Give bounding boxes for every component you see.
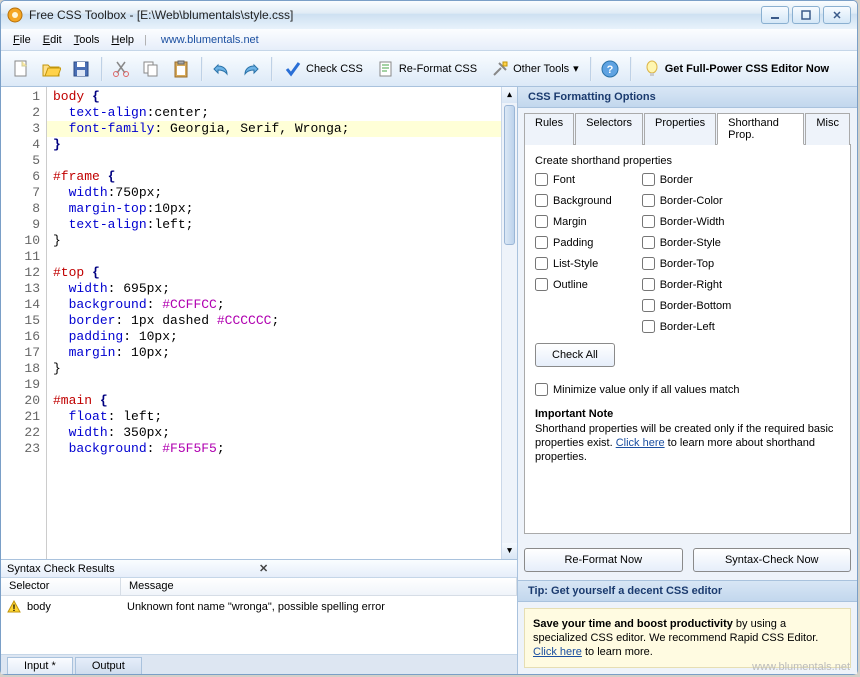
checkbox-border[interactable]: Border: [642, 173, 732, 186]
undo-button[interactable]: [207, 55, 235, 83]
minimize-button[interactable]: [761, 6, 789, 24]
tab-properties[interactable]: Properties: [644, 113, 716, 145]
menu-help[interactable]: Help: [105, 32, 140, 48]
checkbox-padding[interactable]: Padding: [535, 236, 612, 249]
window-title: Free CSS Toolbox - [E:\Web\blumentals\st…: [29, 8, 761, 22]
syntax-results-title: Syntax Check Results: [7, 563, 259, 575]
panel-subtitle: Create shorthand properties: [535, 155, 840, 167]
app-icon: [7, 7, 23, 23]
close-syntax-button[interactable]: ✕: [259, 562, 511, 575]
checkbox-border-right[interactable]: Border-Right: [642, 278, 732, 291]
tip-header: Tip: Get yourself a decent CSS editor: [518, 580, 857, 602]
check-all-button[interactable]: Check All: [535, 343, 615, 367]
warning-icon: !: [7, 600, 21, 614]
menu-edit[interactable]: Edit: [37, 32, 68, 48]
syntax-check-now-button[interactable]: Syntax-Check Now: [693, 548, 852, 572]
get-full-button[interactable]: Get Full-Power CSS Editor Now: [636, 55, 836, 83]
tip-link[interactable]: Click here: [533, 646, 582, 658]
chevron-down-icon: ▾: [573, 62, 579, 75]
syntax-results-panel: Syntax Check Results ✕ Selector Message …: [1, 559, 517, 654]
checkbox-font[interactable]: Font: [535, 173, 612, 186]
note-link[interactable]: Click here: [616, 437, 665, 449]
tab-rules[interactable]: Rules: [524, 113, 574, 145]
copy-button[interactable]: [137, 55, 165, 83]
scroll-down-button[interactable]: ▾: [502, 543, 517, 559]
syntax-row[interactable]: ! body Unknown font name "wronga", possi…: [1, 596, 517, 618]
menu-link-blumentals[interactable]: www.blumentals.net: [161, 34, 259, 46]
tab-shorthand[interactable]: Shorthand Prop.: [717, 113, 804, 145]
checkbox-border-bottom[interactable]: Border-Bottom: [642, 299, 732, 312]
checkbox-border-width[interactable]: Border-Width: [642, 215, 732, 228]
col-selector[interactable]: Selector: [1, 578, 121, 595]
checkbox-border-color[interactable]: Border-Color: [642, 194, 732, 207]
checkbox-margin[interactable]: Margin: [535, 215, 612, 228]
tab-input[interactable]: Input *: [7, 657, 73, 674]
reformat-now-button[interactable]: Re-Format Now: [524, 548, 683, 572]
minimize-checkbox[interactable]: Minimize value only if all values match: [535, 383, 840, 396]
options-tabs: Rules Selectors Properties Shorthand Pro…: [518, 108, 857, 144]
lightbulb-icon: [643, 60, 661, 78]
checkbox-border-style[interactable]: Border-Style: [642, 236, 732, 249]
redo-button[interactable]: [237, 55, 265, 83]
save-button[interactable]: [67, 55, 95, 83]
open-button[interactable]: [37, 55, 65, 83]
check-css-button[interactable]: Check CSS: [277, 55, 370, 83]
paste-button[interactable]: [167, 55, 195, 83]
col-message[interactable]: Message: [121, 578, 517, 595]
new-button[interactable]: [7, 55, 35, 83]
checkbox-border-top[interactable]: Border-Top: [642, 257, 732, 270]
checkbox-background[interactable]: Background: [535, 194, 612, 207]
tab-output[interactable]: Output: [75, 657, 142, 674]
close-button[interactable]: [823, 6, 851, 24]
menu-file[interactable]: File: [7, 32, 37, 48]
reformat-css-button[interactable]: Re-Format CSS: [370, 55, 484, 83]
scrollbar[interactable]: ▴ ▾: [501, 87, 517, 559]
line-gutter: 1234567891011121314151617181920212223: [1, 87, 47, 559]
menu-tools[interactable]: Tools: [68, 32, 106, 48]
help-button[interactable]: ?: [596, 55, 624, 83]
svg-text:?: ?: [606, 64, 613, 76]
bottom-tabs: Input * Output: [1, 654, 517, 674]
scroll-up-button[interactable]: ▴: [502, 87, 517, 103]
maximize-button[interactable]: [792, 6, 820, 24]
tab-misc[interactable]: Misc: [805, 113, 850, 145]
tab-selectors[interactable]: Selectors: [575, 113, 643, 145]
titlebar: Free CSS Toolbox - [E:\Web\blumentals\st…: [1, 1, 857, 29]
checkbox-list-style[interactable]: List-Style: [535, 257, 612, 270]
note-title: Important Note: [535, 408, 840, 420]
checkbox-outline[interactable]: Outline: [535, 278, 612, 291]
menubar: File Edit Tools Help | www.blumentals.ne…: [1, 29, 857, 51]
tip-body: Save your time and boost productivity by…: [524, 608, 851, 668]
scroll-thumb[interactable]: [504, 105, 515, 245]
note-body: Shorthand properties will be created onl…: [535, 422, 840, 464]
formatting-options-header: CSS Formatting Options: [518, 87, 857, 108]
cut-button[interactable]: [107, 55, 135, 83]
other-tools-button[interactable]: Other Tools ▾: [484, 55, 586, 83]
footer-url: www.blumentals.net: [752, 661, 850, 673]
code-editor[interactable]: 1234567891011121314151617181920212223 bo…: [1, 87, 517, 559]
svg-text:!: !: [13, 603, 16, 613]
toolbar: Check CSS Re-Format CSS Other Tools ▾ ? …: [1, 51, 857, 87]
checkbox-border-left[interactable]: Border-Left: [642, 320, 732, 333]
